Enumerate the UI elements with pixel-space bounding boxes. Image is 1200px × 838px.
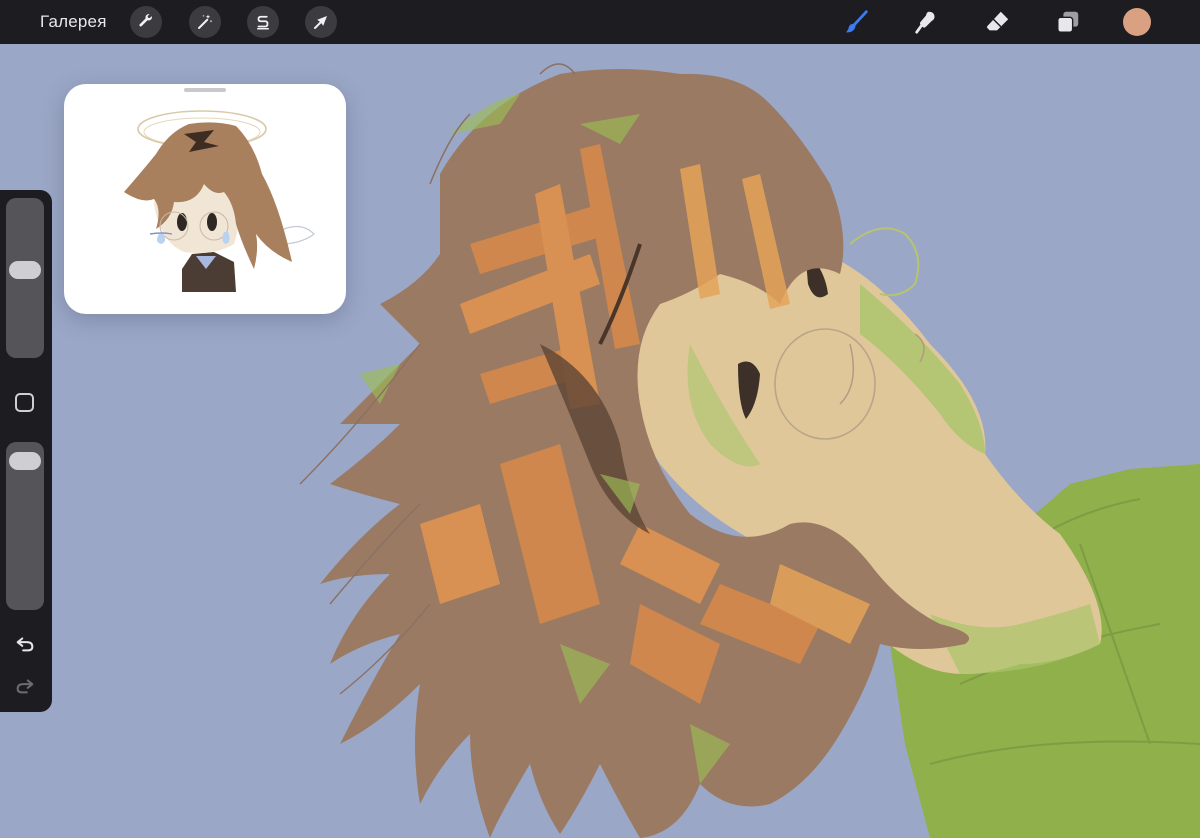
adjustments-button[interactable] [189, 6, 221, 38]
wrench-icon [139, 14, 152, 27]
undo-button[interactable] [13, 632, 37, 656]
selection-button[interactable] [247, 6, 279, 38]
top-toolbar: Галерея [0, 0, 1200, 44]
transform-arrow-icon [314, 16, 327, 29]
eraser-tool-button[interactable] [983, 7, 1013, 37]
selection-s-icon [257, 15, 269, 30]
redo-button[interactable] [13, 674, 37, 698]
side-toolbar [0, 190, 52, 712]
actions-button[interactable] [130, 6, 162, 38]
undo-icon [16, 637, 34, 652]
brush-tool-button[interactable] [842, 7, 872, 37]
brush-icon [845, 10, 868, 33]
smudge-tool-button[interactable] [911, 7, 941, 37]
brush-size-thumb[interactable] [9, 260, 41, 279]
gallery-button[interactable]: Галерея [40, 12, 107, 32]
brush-size-slider[interactable] [6, 198, 44, 358]
redo-icon [16, 679, 34, 694]
color-swatch-button[interactable] [1123, 8, 1151, 36]
brush-opacity-slider[interactable] [6, 442, 44, 610]
layers-button[interactable] [1053, 7, 1083, 37]
reference-window[interactable] [64, 84, 346, 314]
modify-square-icon[interactable] [15, 393, 34, 412]
layers-icon [1057, 11, 1079, 33]
magic-wand-icon [198, 14, 213, 29]
smudge-icon [915, 11, 935, 34]
brush-opacity-thumb[interactable] [9, 452, 41, 471]
eraser-icon [986, 11, 1009, 31]
transform-button[interactable] [305, 6, 337, 38]
reference-image [124, 110, 315, 292]
